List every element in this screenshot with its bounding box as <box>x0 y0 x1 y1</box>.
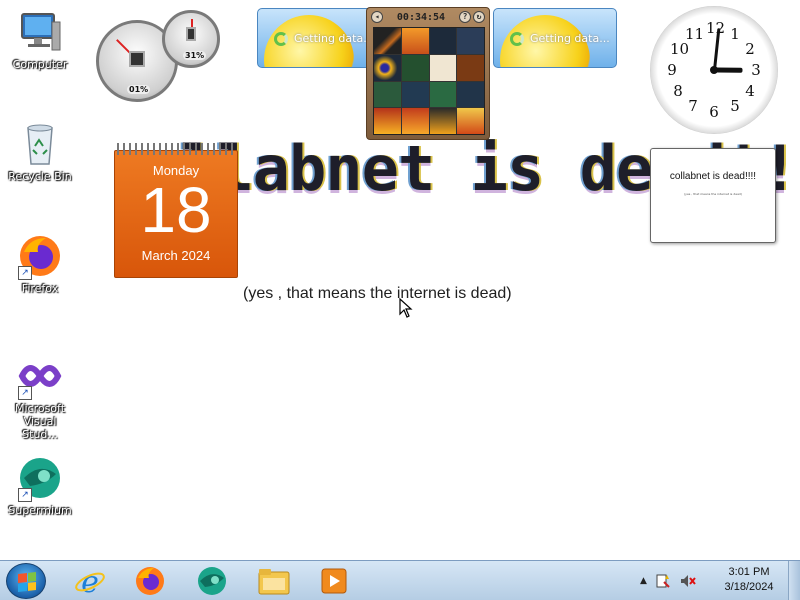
clock-number: 2 <box>745 40 755 58</box>
firefox-icon <box>136 567 164 595</box>
wallpaper-subtext: (yes , that means the internet is dead) <box>243 285 512 302</box>
cpu-chip-icon <box>129 51 145 67</box>
memory-dial: 31% <box>162 10 220 68</box>
calendar-month: March 2024 <box>141 248 211 263</box>
desktop-icon-recycle-bin[interactable]: Recycle Bin <box>0 120 80 183</box>
taskbar-firefox[interactable] <box>122 564 178 598</box>
desktop-icon-label: Firefox <box>21 282 59 295</box>
puzzle-tile[interactable] <box>457 81 484 108</box>
media-player-icon <box>321 568 347 594</box>
clock-number: 11 <box>685 25 705 43</box>
volume-muted-icon[interactable] <box>679 573 697 589</box>
clock-center-pin <box>710 66 718 74</box>
puzzle-shuffle-button[interactable]: ↻ <box>472 11 485 23</box>
puzzle-tile[interactable] <box>374 81 401 108</box>
calendar-date: 18 <box>140 174 212 246</box>
weather-gadget[interactable]: Getting data... <box>257 8 381 68</box>
weather-status: Getting data... <box>530 32 610 45</box>
slideshow-gadget[interactable]: collabnet is dead!!!! (yes , that means … <box>650 148 776 243</box>
firefox-icon: ↗ <box>16 232 64 280</box>
taskbar-clock[interactable]: 3:01 PM 3/18/2024 <box>716 565 782 595</box>
calendar-rings <box>117 143 237 155</box>
puzzle-tile[interactable] <box>401 54 429 81</box>
show-hidden-icons-icon[interactable]: ▲ <box>640 576 647 586</box>
taskbar-time: 3:01 PM <box>728 566 770 578</box>
desktop-icon-computer[interactable]: Computer <box>0 8 80 71</box>
puzzle-help-button[interactable]: ? <box>458 11 471 23</box>
taskbar-supermium[interactable] <box>184 564 240 598</box>
note-subtitle: (yes , that means the internet is dead) <box>684 192 742 196</box>
taskbar-file-explorer[interactable] <box>246 564 302 598</box>
loading-spinner-icon <box>510 32 524 46</box>
puzzle-grid[interactable] <box>373 27 485 135</box>
puzzle-tile[interactable] <box>457 28 484 54</box>
desktop-icon-label: Computer <box>12 58 68 71</box>
puzzle-tile[interactable] <box>457 54 484 81</box>
calendar-gadget[interactable]: Monday 18 March 2024 <box>114 143 238 278</box>
memory-chip-icon <box>186 27 196 41</box>
puzzle-tile[interactable] <box>401 108 429 134</box>
desktop-icon-visual-studio[interactable]: ↗ Microsoft Visual Stud... <box>0 352 80 441</box>
puzzle-tile[interactable] <box>374 108 401 134</box>
clock-number: 1 <box>730 25 740 43</box>
shortcut-arrow-icon: ↗ <box>18 386 32 400</box>
visual-studio-icon: ↗ <box>16 352 64 400</box>
clock-number: 4 <box>745 82 755 100</box>
puzzle-tile[interactable] <box>374 54 401 81</box>
puzzle-tile[interactable] <box>457 108 484 134</box>
puzzle-tile[interactable] <box>429 54 457 81</box>
system-tray: ▲ <box>640 561 697 600</box>
weather-status: Getting data... <box>294 32 374 45</box>
puzzle-tile[interactable] <box>429 28 457 54</box>
desktop-icon-label: Microsoft Visual Stud... <box>14 402 66 441</box>
weather-gadget[interactable]: Getting data... <box>493 8 617 68</box>
supermium-icon <box>198 567 226 595</box>
clock-number: 7 <box>688 97 698 115</box>
desktop-icon-label: Supermium <box>8 504 72 517</box>
supermium-icon: ↗ <box>16 454 64 502</box>
puzzle-tile[interactable] <box>401 28 429 54</box>
taskbar-internet-explorer[interactable]: e <box>62 564 118 598</box>
puzzle-tile[interactable] <box>374 28 401 54</box>
mouse-cursor-icon <box>399 297 413 322</box>
puzzle-tile[interactable] <box>429 108 457 134</box>
note-title: collabnet is dead!!!! <box>669 171 757 182</box>
desktop-icon-firefox[interactable]: ↗ Firefox <box>0 232 80 295</box>
analog-clock-gadget[interactable]: 12 1 2 3 4 5 6 7 8 9 10 11 <box>650 6 778 134</box>
taskbar: e ▲ 3:01 PM 3/18/2024 <box>0 560 800 600</box>
desktop-icon-supermium[interactable]: ↗ Supermium <box>0 454 80 517</box>
windows-logo-icon <box>18 572 36 592</box>
show-desktop-button[interactable] <box>788 561 800 600</box>
taskbar-date: 3/18/2024 <box>724 581 774 593</box>
shortcut-arrow-icon: ↗ <box>18 488 32 502</box>
svg-text:e: e <box>81 565 99 597</box>
puzzle-solve-button[interactable]: ◂ <box>371 11 383 23</box>
clock-number: 6 <box>709 103 719 121</box>
action-center-icon[interactable] <box>655 573 671 589</box>
cpu-percent: 01% <box>127 85 151 94</box>
clock-number: 8 <box>673 82 683 100</box>
puzzle-tile[interactable] <box>401 81 429 108</box>
clock-hour-hand <box>713 67 743 73</box>
picture-puzzle-gadget[interactable]: ◂ 00:34:54 ? ↻ <box>366 7 490 140</box>
puzzle-timer: 00:34:54 <box>396 11 446 23</box>
clock-number: 5 <box>730 97 740 115</box>
shortcut-arrow-icon: ↗ <box>18 266 32 280</box>
cpu-meter-gadget[interactable]: 01% 31% <box>96 8 226 102</box>
clock-number: 3 <box>751 61 761 79</box>
clock-number: 10 <box>670 40 690 58</box>
computer-icon <box>16 8 64 56</box>
start-button[interactable] <box>6 563 46 599</box>
taskbar-media-player[interactable] <box>306 564 362 598</box>
recycle-bin-icon <box>16 120 64 168</box>
file-explorer-icon <box>258 569 290 595</box>
loading-spinner-icon <box>274 32 288 46</box>
clock-number: 9 <box>667 61 677 79</box>
memory-percent: 31% <box>183 51 207 60</box>
internet-explorer-icon: e <box>75 565 105 597</box>
desktop-icon-label: Recycle Bin <box>8 170 72 183</box>
puzzle-tile[interactable] <box>429 81 457 108</box>
